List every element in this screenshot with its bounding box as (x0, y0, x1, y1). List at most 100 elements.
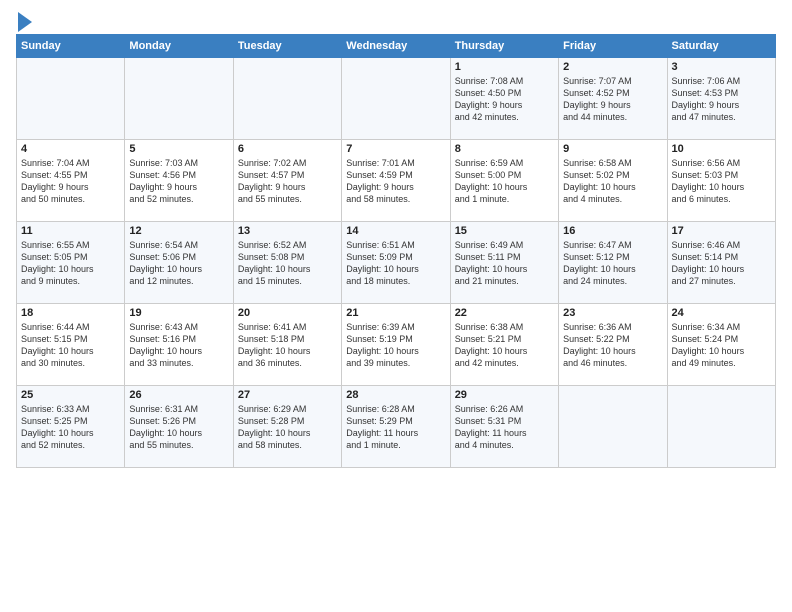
day-number: 28 (346, 389, 445, 401)
calendar-table: SundayMondayTuesdayWednesdayThursdayFrid… (16, 34, 776, 468)
day-number: 3 (672, 61, 771, 73)
day-info: Sunrise: 6:47 AM Sunset: 5:12 PM Dayligh… (563, 239, 662, 288)
day-info: Sunrise: 7:04 AM Sunset: 4:55 PM Dayligh… (21, 157, 120, 206)
day-number: 4 (21, 143, 120, 155)
day-number: 27 (238, 389, 337, 401)
calendar-week-row: 4 Sunrise: 7:04 AM Sunset: 4:55 PM Daylig… (17, 140, 776, 222)
calendar-header-row: SundayMondayTuesdayWednesdayThursdayFrid… (17, 35, 776, 58)
logo-arrow-icon (18, 12, 32, 32)
calendar-cell: 7Sunrise: 7:01 AM Sunset: 4:59 PM Daylig… (342, 140, 450, 222)
calendar-cell: 27 Sunrise: 6:29 AM Sunset: 5:28 PM Dayli… (233, 386, 341, 468)
header (16, 10, 776, 30)
day-info: Sunrise: 7:08 AM Sunset: 4:50 PM Dayligh… (455, 75, 554, 124)
day-info: Sunrise: 6:26 AM Sunset: 5:31 PM Dayligh… (455, 403, 554, 452)
calendar-cell: 2 Sunrise: 7:07 AM Sunset: 4:52 PM Daylig… (559, 58, 667, 140)
day-info: Sunrise: 6:29 AM Sunset: 5:28 PM Dayligh… (238, 403, 337, 452)
calendar-cell: 9 Sunrise: 6:58 AM Sunset: 5:02 PM Daylig… (559, 140, 667, 222)
calendar-header-sunday: Sunday (17, 35, 125, 58)
day-number: 26 (129, 389, 228, 401)
day-number: 16 (563, 225, 662, 237)
calendar-header-saturday: Saturday (667, 35, 775, 58)
calendar-cell: 21 Sunrise: 6:39 AM Sunset: 5:19 PM Dayli… (342, 304, 450, 386)
calendar-cell: 4 Sunrise: 7:04 AM Sunset: 4:55 PM Daylig… (17, 140, 125, 222)
day-info: Sunrise: 6:59 AM Sunset: 5:00 PM Dayligh… (455, 157, 554, 206)
day-info: Sunrise: 6:52 AM Sunset: 5:08 PM Dayligh… (238, 239, 337, 288)
day-number: 11 (21, 225, 120, 237)
calendar-header-friday: Friday (559, 35, 667, 58)
day-info: Sunrise: 6:38 AM Sunset: 5:21 PM Dayligh… (455, 321, 554, 370)
calendar-cell: 12Sunrise: 6:54 AM Sunset: 5:06 PM Dayli… (125, 222, 233, 304)
calendar-header-monday: Monday (125, 35, 233, 58)
day-info: Sunrise: 6:33 AM Sunset: 5:25 PM Dayligh… (21, 403, 120, 452)
day-info: Sunrise: 6:49 AM Sunset: 5:11 PM Dayligh… (455, 239, 554, 288)
day-info: Sunrise: 7:02 AM Sunset: 4:57 PM Dayligh… (238, 157, 337, 206)
calendar-header-wednesday: Wednesday (342, 35, 450, 58)
day-number: 9 (563, 143, 662, 155)
day-info: Sunrise: 6:58 AM Sunset: 5:02 PM Dayligh… (563, 157, 662, 206)
calendar-cell: 16 Sunrise: 6:47 AM Sunset: 5:12 PM Dayli… (559, 222, 667, 304)
day-number: 18 (21, 307, 120, 319)
calendar-cell (342, 58, 450, 140)
day-number: 29 (455, 389, 554, 401)
day-number: 12 (129, 225, 228, 237)
calendar-cell: 8 Sunrise: 6:59 AM Sunset: 5:00 PM Daylig… (450, 140, 558, 222)
calendar-cell: 19 Sunrise: 6:43 AM Sunset: 5:16 PM Dayli… (125, 304, 233, 386)
day-info: Sunrise: 6:41 AM Sunset: 5:18 PM Dayligh… (238, 321, 337, 370)
calendar-cell: 3Sunrise: 7:06 AM Sunset: 4:53 PM Daylig… (667, 58, 775, 140)
calendar-header-thursday: Thursday (450, 35, 558, 58)
day-info: Sunrise: 6:28 AM Sunset: 5:29 PM Dayligh… (346, 403, 445, 452)
calendar-cell: 20 Sunrise: 6:41 AM Sunset: 5:18 PM Dayli… (233, 304, 341, 386)
calendar-cell (233, 58, 341, 140)
calendar-cell: 10 Sunrise: 6:56 AM Sunset: 5:03 PM Dayli… (667, 140, 775, 222)
day-info: Sunrise: 6:34 AM Sunset: 5:24 PM Dayligh… (672, 321, 771, 370)
calendar-cell: 18 Sunrise: 6:44 AM Sunset: 5:15 PM Dayli… (17, 304, 125, 386)
day-info: Sunrise: 6:51 AM Sunset: 5:09 PM Dayligh… (346, 239, 445, 288)
day-number: 25 (21, 389, 120, 401)
calendar-body: 1 Sunrise: 7:08 AM Sunset: 4:50 PM Daylig… (17, 58, 776, 468)
calendar-cell: 1 Sunrise: 7:08 AM Sunset: 4:50 PM Daylig… (450, 58, 558, 140)
page-container: SundayMondayTuesdayWednesdayThursdayFrid… (0, 0, 792, 476)
calendar-cell: 29 Sunrise: 6:26 AM Sunset: 5:31 PM Dayli… (450, 386, 558, 468)
day-number: 1 (455, 61, 554, 73)
day-number: 24 (672, 307, 771, 319)
day-info: Sunrise: 7:07 AM Sunset: 4:52 PM Dayligh… (563, 75, 662, 124)
day-info: Sunrise: 6:36 AM Sunset: 5:22 PM Dayligh… (563, 321, 662, 370)
day-info: Sunrise: 7:03 AM Sunset: 4:56 PM Dayligh… (129, 157, 228, 206)
day-number: 5 (129, 143, 228, 155)
calendar-cell: 14 Sunrise: 6:51 AM Sunset: 5:09 PM Dayli… (342, 222, 450, 304)
day-number: 10 (672, 143, 771, 155)
calendar-cell: 23 Sunrise: 6:36 AM Sunset: 5:22 PM Dayli… (559, 304, 667, 386)
logo (16, 14, 32, 30)
day-number: 20 (238, 307, 337, 319)
day-number: 14 (346, 225, 445, 237)
calendar-header-tuesday: Tuesday (233, 35, 341, 58)
day-number: 19 (129, 307, 228, 319)
day-info: Sunrise: 6:31 AM Sunset: 5:26 PM Dayligh… (129, 403, 228, 452)
day-info: Sunrise: 6:55 AM Sunset: 5:05 PM Dayligh… (21, 239, 120, 288)
day-number: 8 (455, 143, 554, 155)
day-info: Sunrise: 7:01 AM Sunset: 4:59 PM Dayligh… (346, 157, 445, 206)
day-number: 22 (455, 307, 554, 319)
calendar-week-row: 18 Sunrise: 6:44 AM Sunset: 5:15 PM Dayli… (17, 304, 776, 386)
day-number: 2 (563, 61, 662, 73)
calendar-cell: 15 Sunrise: 6:49 AM Sunset: 5:11 PM Dayli… (450, 222, 558, 304)
day-number: 21 (346, 307, 445, 319)
calendar-cell (667, 386, 775, 468)
day-number: 15 (455, 225, 554, 237)
calendar-cell: 6 Sunrise: 7:02 AM Sunset: 4:57 PM Daylig… (233, 140, 341, 222)
calendar-cell: 26 Sunrise: 6:31 AM Sunset: 5:26 PM Dayli… (125, 386, 233, 468)
calendar-cell: 22 Sunrise: 6:38 AM Sunset: 5:21 PM Dayli… (450, 304, 558, 386)
day-info: Sunrise: 6:56 AM Sunset: 5:03 PM Dayligh… (672, 157, 771, 206)
day-info: Sunrise: 6:43 AM Sunset: 5:16 PM Dayligh… (129, 321, 228, 370)
day-number: 6 (238, 143, 337, 155)
calendar-cell: 24 Sunrise: 6:34 AM Sunset: 5:24 PM Dayli… (667, 304, 775, 386)
day-info: Sunrise: 6:44 AM Sunset: 5:15 PM Dayligh… (21, 321, 120, 370)
calendar-cell (559, 386, 667, 468)
day-number: 23 (563, 307, 662, 319)
calendar-cell: 28 Sunrise: 6:28 AM Sunset: 5:29 PM Dayli… (342, 386, 450, 468)
day-number: 13 (238, 225, 337, 237)
day-info: Sunrise: 6:39 AM Sunset: 5:19 PM Dayligh… (346, 321, 445, 370)
calendar-cell: 11 Sunrise: 6:55 AM Sunset: 5:05 PM Dayli… (17, 222, 125, 304)
calendar-cell (125, 58, 233, 140)
day-info: Sunrise: 6:46 AM Sunset: 5:14 PM Dayligh… (672, 239, 771, 288)
